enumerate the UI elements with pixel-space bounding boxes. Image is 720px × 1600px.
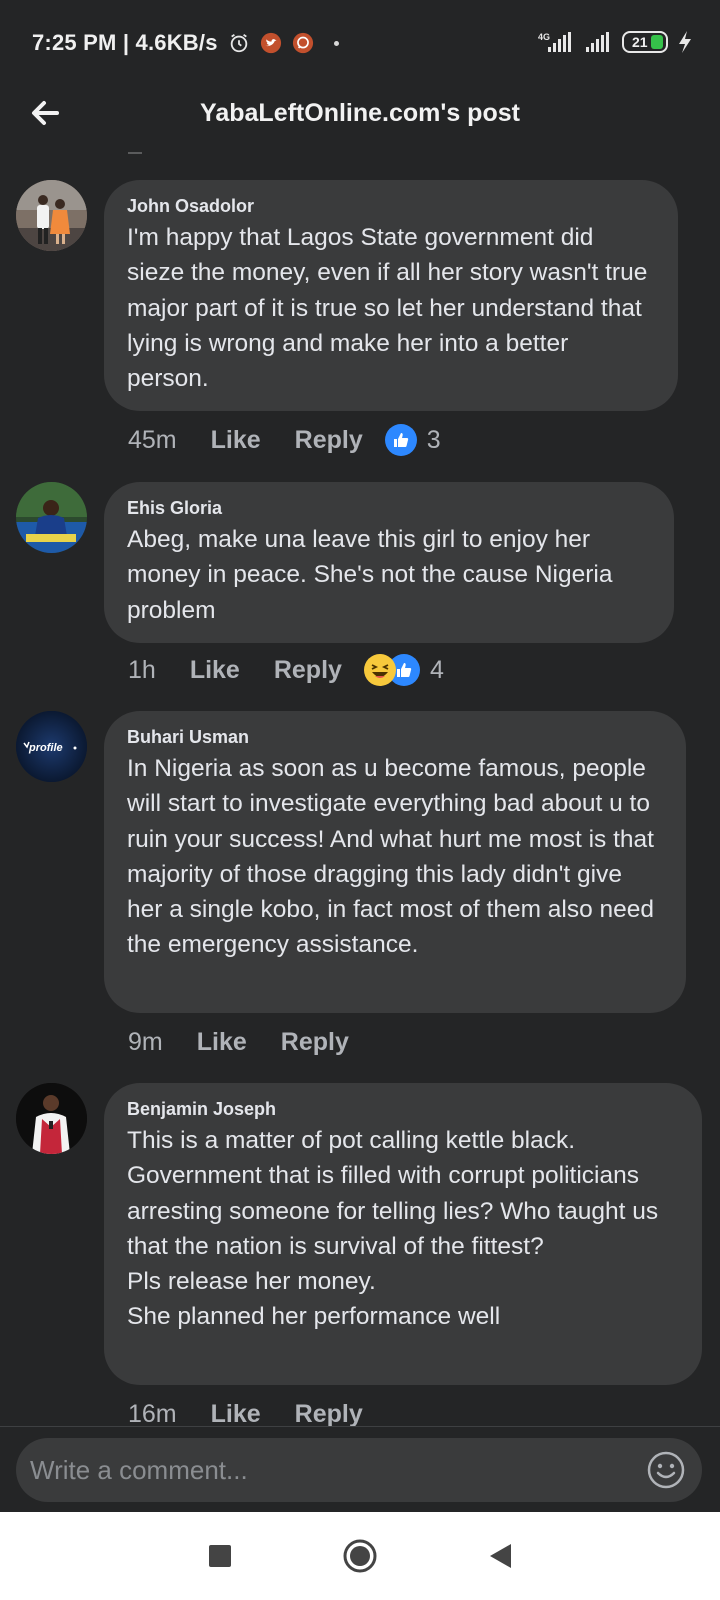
comment-bubble[interactable]: Ehis Gloria Abeg, make una leave this gi… xyxy=(104,482,674,643)
post-header: YabaLeftOnline.com's post xyxy=(0,86,720,140)
reaction-summary[interactable]: 3 xyxy=(384,424,441,456)
whatsapp-notification-icon xyxy=(292,32,313,54)
comment-bubble[interactable]: John Osadolor I'm happy that Lagos State… xyxy=(104,180,678,411)
status-right: 4G 21 xyxy=(536,30,694,54)
network-label: 4G xyxy=(538,32,550,42)
twitter-notification-icon xyxy=(260,32,281,54)
like-reaction-icon xyxy=(384,424,417,456)
avatar-benjamin-joseph[interactable] xyxy=(16,1083,87,1154)
comment-composer[interactable] xyxy=(16,1438,702,1502)
charging-icon xyxy=(679,31,691,53)
comment-text: I'm happy that Lagos State government di… xyxy=(127,224,648,393)
screen: 7:25 PM | 4.6KB/s 4G 21 YabaLeftOnline.c… xyxy=(0,0,720,1600)
reaction-summary[interactable]: 4 xyxy=(363,654,444,686)
avatar-john-osadolor[interactable] xyxy=(16,180,87,251)
emoji-icon[interactable] xyxy=(646,1450,686,1490)
system-navigation-bar xyxy=(0,1512,720,1600)
comment-actions: 45m Like Reply 3 xyxy=(128,422,441,458)
notification-icons xyxy=(228,32,339,54)
reply-button[interactable]: Reply xyxy=(295,1400,363,1429)
like-button[interactable]: Like xyxy=(197,1028,247,1057)
alarm-icon xyxy=(230,33,247,53)
status-time: 7:25 PM | 4.6KB/s xyxy=(32,30,218,55)
comment-bubble[interactable]: Benjamin Joseph This is a matter of pot … xyxy=(104,1083,702,1385)
comment-text: Abeg, make una leave this girl to enjoy … xyxy=(127,526,613,624)
signal-4g-icon: 4G xyxy=(538,32,571,52)
like-button[interactable]: Like xyxy=(211,1400,261,1429)
avatar-text: profile xyxy=(28,742,63,754)
triangle-back-icon xyxy=(490,1544,511,1568)
comment-author[interactable]: John Osadolor xyxy=(127,194,656,218)
avatar-photo xyxy=(16,180,87,251)
avatar-buhari-usman[interactable]: profile xyxy=(16,711,87,782)
avatar-ehis-gloria[interactable] xyxy=(16,482,87,553)
reaction-count: 3 xyxy=(426,425,441,454)
haha-reaction-icon xyxy=(363,654,396,686)
more-notifications-dot xyxy=(333,40,339,46)
comment-actions: 1h Like Reply 4 xyxy=(128,652,444,688)
comment-time: 45m xyxy=(128,425,177,454)
avatar-photo xyxy=(16,1083,87,1154)
comment-bubble[interactable]: Buhari Usman In Nigeria as soon as u bec… xyxy=(104,711,686,1013)
comment-time: 16m xyxy=(128,1399,177,1428)
square-icon xyxy=(209,1545,231,1567)
avatar-photo: profile xyxy=(16,711,87,782)
page-title: YabaLeftOnline.com's post xyxy=(200,98,520,127)
back-button[interactable] xyxy=(24,92,66,134)
comment-author[interactable]: Ehis Gloria xyxy=(127,496,652,520)
comment-time: 9m xyxy=(128,1027,163,1056)
circle-icon xyxy=(343,1539,377,1573)
comment-text: In Nigeria as soon as u become famous, p… xyxy=(127,755,655,959)
previous-comment-edge xyxy=(128,152,142,154)
reply-button[interactable]: Reply xyxy=(281,1028,349,1057)
comment-input[interactable] xyxy=(30,1454,646,1486)
comment-actions: 9m Like Reply xyxy=(128,1024,383,1060)
home-button[interactable] xyxy=(340,1536,380,1576)
like-button[interactable]: Like xyxy=(211,426,261,455)
reply-button[interactable]: Reply xyxy=(274,656,342,685)
comment-time: 1h xyxy=(128,655,156,684)
battery-fill xyxy=(651,35,663,49)
comment-text: This is a matter of pot calling kettle b… xyxy=(127,1127,659,1331)
battery-indicator: 21 xyxy=(622,31,668,53)
back-nav-button[interactable] xyxy=(480,1536,520,1576)
avatar-photo xyxy=(16,482,87,553)
status-bar: 7:25 PM | 4.6KB/s 4G 21 xyxy=(0,0,720,86)
battery-level: 21 xyxy=(632,34,648,50)
reply-button[interactable]: Reply xyxy=(295,426,363,455)
like-button[interactable]: Like xyxy=(190,656,240,685)
back-arrow-icon xyxy=(32,101,59,125)
signal-icon xyxy=(586,32,609,52)
comment-author[interactable]: Buhari Usman xyxy=(127,725,664,749)
recents-button[interactable] xyxy=(200,1536,240,1576)
reaction-count: 4 xyxy=(429,655,444,684)
comment-author[interactable]: Benjamin Joseph xyxy=(127,1097,680,1121)
